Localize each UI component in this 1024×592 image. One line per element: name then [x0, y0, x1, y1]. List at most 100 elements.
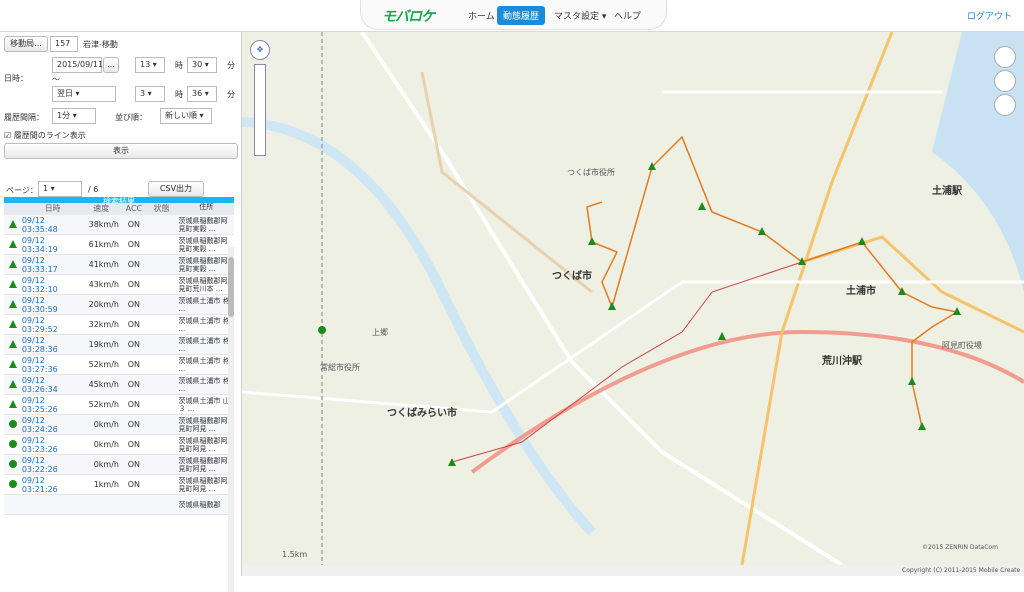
logout-link[interactable]: ログアウト [967, 9, 1012, 22]
pan-icon[interactable]: ✥ [250, 40, 270, 60]
col-status: 状態 [153, 204, 170, 213]
menu-history[interactable]: 動態履歴 [497, 6, 546, 25]
row-datetime[interactable]: 09/12 03:29:52 [22, 316, 83, 334]
row-datetime[interactable]: 09/12 03:35:48 [22, 216, 83, 234]
table-row[interactable]: 09/12 03:22:26 0km/h ON 茨城県稲敷郡阿見町阿見 ... [4, 455, 234, 475]
direction-icon [4, 459, 22, 470]
end-minute-select[interactable]: 36 ▾ [187, 86, 217, 102]
table-row[interactable]: 09/12 03:28:36 19km/h ON 茨城県土浦市 柊 ... [4, 335, 234, 355]
direction-icon [4, 339, 22, 350]
datetime-label: 日時： [4, 74, 28, 83]
row-datetime[interactable]: 09/12 03:28:36 [22, 336, 83, 354]
start-minute-select[interactable]: 30 ▾ [187, 57, 217, 73]
minute-unit: 分 [227, 61, 235, 70]
row-speed: 38km/h [88, 220, 119, 229]
direction-icon [4, 419, 22, 430]
row-acc: ON [127, 280, 141, 289]
table-row[interactable]: 09/12 03:35:48 38km/h ON 茨城県稲敷郡阿見町実穀 ... [4, 215, 234, 235]
menu-help[interactable]: ヘルプ [608, 6, 647, 25]
end-hour-select[interactable]: 3 ▾ [135, 86, 165, 102]
row-address: 茨城県土浦市 柊 ... [178, 356, 230, 373]
home-icon[interactable] [994, 70, 1016, 92]
row-speed: 43km/h [88, 280, 119, 289]
map-label-kamigo: 上郷 [372, 328, 388, 337]
table-row[interactable]: 茨城県稲敷郡 [4, 495, 234, 515]
row-acc: ON [127, 320, 141, 329]
row-address: 茨城県稲敷郡阿見町荒川本 ... [178, 276, 228, 293]
row-datetime[interactable]: 09/12 03:34:19 [22, 236, 83, 254]
map-canvas [242, 32, 1024, 565]
sidebar-panel: 移動局... 157 岩津-移動 日時： 2015/09/11 … 13 ▾ 時… [0, 32, 242, 592]
direction-icon [4, 399, 22, 410]
direction-icon [4, 439, 22, 450]
zoom-control[interactable]: ✥ [250, 40, 270, 160]
row-datetime[interactable]: 09/12 03:23:26 [22, 436, 83, 454]
row-acc: ON [127, 440, 141, 449]
table-header: 日時 速度 ACC 状態 住所 [4, 203, 234, 215]
order-select[interactable]: 新しい順 ▾ [160, 108, 212, 124]
map-label-city-office: つくば市役所 [567, 168, 615, 177]
table-scrollbar[interactable] [228, 247, 234, 592]
table-row[interactable]: 09/12 03:29:52 32km/h ON 茨城県土浦市 柊 ... [4, 315, 234, 335]
direction-icon [4, 279, 22, 290]
row-datetime[interactable]: 09/12 03:25:26 [22, 396, 83, 414]
table-row[interactable]: 09/12 03:25:26 52km/h ON 茨城県土浦市 山３ ... [4, 395, 234, 415]
menu-home[interactable]: ホーム [462, 6, 501, 25]
calendar-icon[interactable]: … [103, 57, 119, 73]
row-speed: 0km/h [93, 420, 119, 429]
row-speed: 1km/h [93, 480, 119, 489]
interval-label: 履歴間隔： [4, 113, 44, 122]
map-copyright: ©2015 ZENRIN DataCom [922, 544, 998, 551]
line-display-checkbox[interactable]: ☑ 履歴間のライン表示 [4, 130, 86, 141]
row-speed: 20km/h [88, 300, 119, 309]
col-speed: 速度 [93, 204, 110, 213]
row-acc: ON [127, 220, 141, 229]
col-address: 住所 [199, 203, 214, 211]
row-address: 茨城県稲敷郡阿見町阿見 ... [178, 436, 228, 453]
row-acc: ON [127, 360, 141, 369]
table-row[interactable]: 09/12 03:30:59 20km/h ON 茨城県土浦市 柊 ... [4, 295, 234, 315]
row-acc: ON [127, 400, 141, 409]
vehicle-select-button[interactable]: 移動局... [4, 36, 48, 52]
interval-select[interactable]: 1分 ▾ [52, 108, 96, 124]
csv-export-button[interactable]: CSV出力 [148, 181, 204, 197]
end-date-select[interactable]: 翌日 ▾ [52, 86, 116, 102]
show-button[interactable]: 表示 [4, 143, 238, 159]
row-datetime[interactable]: 09/12 03:32:10 [22, 276, 83, 294]
row-datetime[interactable]: 09/12 03:33:17 [22, 256, 83, 274]
row-address: 茨城県稲敷郡阿見町阿見 ... [178, 476, 228, 493]
page-label: ページ： [6, 186, 38, 195]
table-row[interactable]: 09/12 03:32:10 43km/h ON 茨城県稲敷郡阿見町荒川本 ... [4, 275, 234, 295]
table-row[interactable]: 09/12 03:24:26 0km/h ON 茨城県稲敷郡阿見町阿見 ... [4, 415, 234, 435]
gps-icon[interactable] [994, 46, 1016, 68]
row-address: 茨城県稲敷郡阿見町実穀 ... [178, 256, 228, 273]
row-datetime[interactable]: 09/12 03:22:26 [22, 456, 83, 474]
start-hour-select[interactable]: 13 ▾ [135, 57, 165, 73]
page-select[interactable]: 1 ▾ [38, 181, 82, 197]
row-datetime[interactable]: 09/12 03:24:26 [22, 416, 83, 434]
row-acc: ON [127, 380, 141, 389]
row-datetime[interactable]: 09/12 03:26:34 [22, 376, 83, 394]
app-logo[interactable]: モバロケ [382, 6, 435, 26]
menu-master-settings[interactable]: マスタ設定 ▾ [548, 6, 612, 25]
row-datetime[interactable]: 09/12 03:21:26 [22, 476, 83, 494]
row-speed: 0km/h [93, 460, 119, 469]
table-row[interactable]: 09/12 03:33:17 41km/h ON 茨城県稲敷郡阿見町実穀 ... [4, 255, 234, 275]
table-row[interactable]: 09/12 03:21:26 1km/h ON 茨城県稲敷郡阿見町阿見 ... [4, 475, 234, 495]
row-address: 茨城県稲敷郡阿見町阿見 ... [178, 416, 228, 433]
table-row[interactable]: 09/12 03:23:26 0km/h ON 茨城県稲敷郡阿見町阿見 ... [4, 435, 234, 455]
table-row[interactable]: 09/12 03:26:34 45km/h ON 茨城県土浦市 柊 ... [4, 375, 234, 395]
row-address: 茨城県土浦市 柊 ... [178, 336, 230, 353]
row-datetime[interactable]: 09/12 03:27:36 [22, 356, 83, 374]
row-speed: 61km/h [88, 240, 119, 249]
table-row[interactable]: 09/12 03:27:36 52km/h ON 茨城県土浦市 柊 ... [4, 355, 234, 375]
print-icon[interactable] [994, 94, 1016, 116]
zoom-slider[interactable] [254, 64, 266, 156]
map-view[interactable]: ✥ つくば市 つくばみらい市 土浦市 荒川沖駅 土浦駅 阿見町役場 上郷 つくば… [242, 32, 1024, 565]
vehicle-id-field[interactable]: 157 [50, 36, 78, 52]
start-date-field[interactable]: 2015/09/11 [52, 57, 103, 73]
table-row[interactable]: 09/12 03:34:19 61km/h ON 茨城県稲敷郡阿見町実穀 ... [4, 235, 234, 255]
header: モバロケ ホーム 動態履歴 マスタ設定 ▾ ヘルプ ログアウト [0, 0, 1024, 32]
row-datetime[interactable]: 09/12 03:30:59 [22, 296, 83, 314]
row-acc: ON [127, 340, 141, 349]
